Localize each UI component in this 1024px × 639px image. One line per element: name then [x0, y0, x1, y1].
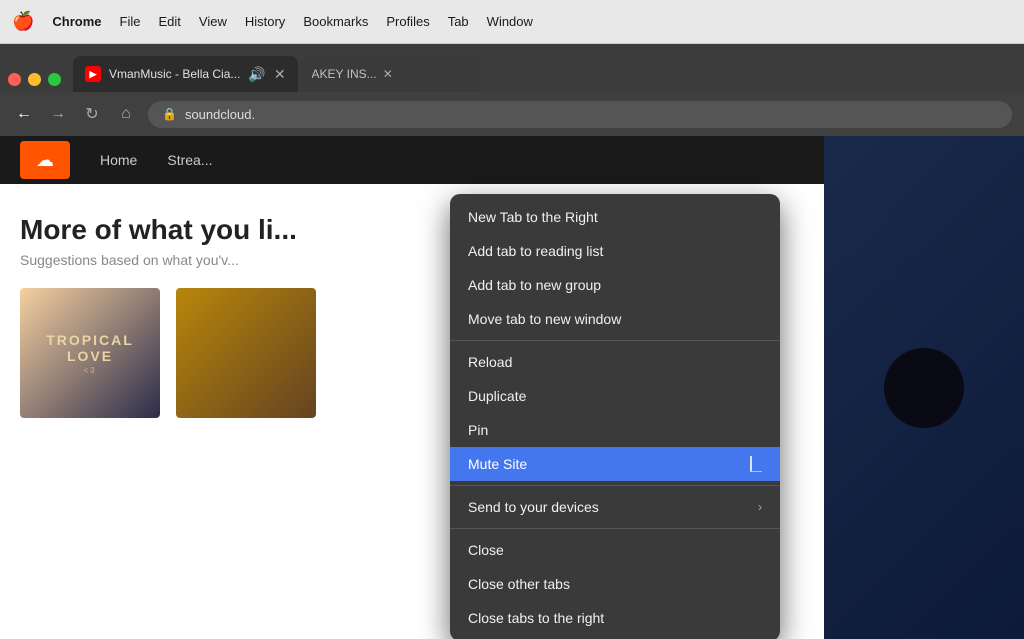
home-button[interactable]: ⌂	[114, 105, 138, 123]
menu-separator-1	[450, 340, 780, 341]
url-bar[interactable]: 🔒 soundcloud.	[148, 101, 1012, 128]
menu-item-close-label: Close	[468, 542, 504, 558]
menu-item-close[interactable]: Close	[450, 533, 780, 567]
menu-bar: 🍎 Chrome File Edit View History Bookmark…	[0, 0, 1024, 44]
send-devices-arrow-icon: ›	[758, 500, 762, 514]
menu-item-add-new-group-label: Add tab to new group	[468, 277, 601, 293]
menu-item-close-other-label: Close other tabs	[468, 576, 570, 592]
menu-item-duplicate[interactable]: Duplicate	[450, 379, 780, 413]
menu-item-new-tab-right-label: New Tab to the Right	[468, 209, 598, 225]
cursor-icon	[750, 456, 762, 472]
tab-title-vman: VmanMusic - Bella Cia...	[109, 67, 240, 81]
menu-profiles[interactable]: Profiles	[386, 14, 429, 29]
menu-item-mute-site[interactable]: Mute Site	[450, 447, 780, 481]
close-window-button[interactable]	[8, 73, 21, 86]
sc-card-tropical[interactable]: TROPICAL LOVE <3	[20, 288, 160, 418]
reload-button[interactable]: ↻	[80, 104, 104, 124]
tab-akey[interactable]: AKEY INS... ✕	[300, 56, 480, 92]
menu-item-send-devices-label: Send to your devices	[468, 499, 599, 515]
menu-edit[interactable]: Edit	[159, 14, 181, 29]
back-button[interactable]: ←	[12, 105, 36, 123]
menu-tab[interactable]: Tab	[448, 14, 469, 29]
address-bar: ← → ↻ ⌂ 🔒 soundcloud.	[0, 92, 1024, 136]
card-tropical-subtitle: LOVE	[67, 348, 113, 364]
menu-window[interactable]: Window	[487, 14, 533, 29]
tab-favicon-youtube: ▶	[85, 66, 101, 82]
menu-item-duplicate-label: Duplicate	[468, 388, 526, 404]
lock-icon: 🔒	[162, 107, 177, 121]
tab-close-akey[interactable]: ✕	[383, 67, 393, 81]
sc-card-2[interactable]	[176, 288, 316, 418]
menu-item-add-reading-list[interactable]: Add tab to reading list	[450, 234, 780, 268]
menu-item-add-reading-list-label: Add tab to reading list	[468, 243, 603, 259]
dark-circle	[884, 348, 964, 428]
menu-item-send-devices[interactable]: Send to your devices ›	[450, 490, 780, 524]
menu-item-move-new-window-label: Move tab to new window	[468, 311, 621, 327]
url-text: soundcloud.	[185, 107, 255, 122]
tab-title-akey: AKEY INS...	[312, 67, 377, 81]
card-tropical-tag: <3	[83, 366, 96, 375]
tab-close-vman[interactable]: ✕	[274, 66, 286, 83]
menu-chrome[interactable]: Chrome	[52, 14, 101, 29]
menu-separator-2	[450, 485, 780, 486]
menu-item-reload-label: Reload	[468, 354, 512, 370]
menu-view[interactable]: View	[199, 14, 227, 29]
menu-item-close-right-label: Close tabs to the right	[468, 610, 604, 626]
tab-vmanmusic[interactable]: ▶ VmanMusic - Bella Cia... 🔊 ✕	[73, 56, 298, 92]
menu-item-pin-label: Pin	[468, 422, 488, 438]
menu-item-reload[interactable]: Reload	[450, 345, 780, 379]
fullscreen-window-button[interactable]	[48, 73, 61, 86]
browser-window: ▶ VmanMusic - Bella Cia... 🔊 ✕ AKEY INS.…	[0, 44, 1024, 639]
tab-audio-icon[interactable]: 🔊	[248, 66, 265, 83]
menu-item-mute-site-label: Mute Site	[468, 456, 527, 472]
forward-button[interactable]: →	[46, 105, 70, 123]
apple-logo-icon[interactable]: 🍎	[12, 11, 34, 32]
tab-bar: ▶ VmanMusic - Bella Cia... 🔊 ✕ AKEY INS.…	[0, 44, 1024, 92]
menu-item-new-tab-right[interactable]: New Tab to the Right	[450, 200, 780, 234]
menu-item-pin[interactable]: Pin	[450, 413, 780, 447]
menu-item-close-other[interactable]: Close other tabs	[450, 567, 780, 601]
soundcloud-logo: ☁	[20, 141, 70, 179]
menu-bookmarks[interactable]: Bookmarks	[303, 14, 368, 29]
menu-history[interactable]: History	[245, 14, 285, 29]
sc-nav-stream[interactable]: Strea...	[167, 152, 212, 168]
traffic-lights	[8, 73, 61, 92]
card-tropical-title: TROPICAL	[46, 332, 134, 348]
right-panel	[824, 136, 1024, 639]
menu-item-add-new-group[interactable]: Add tab to new group	[450, 268, 780, 302]
sc-nav-home[interactable]: Home	[100, 152, 137, 168]
menu-item-close-right[interactable]: Close tabs to the right	[450, 601, 780, 635]
context-menu: New Tab to the Right Add tab to reading …	[450, 194, 780, 639]
minimize-window-button[interactable]	[28, 73, 41, 86]
menu-file[interactable]: File	[120, 14, 141, 29]
menu-item-move-new-window[interactable]: Move tab to new window	[450, 302, 780, 336]
menu-separator-3	[450, 528, 780, 529]
browser-content: ☁ Home Strea... More of what you li... S…	[0, 136, 1024, 639]
